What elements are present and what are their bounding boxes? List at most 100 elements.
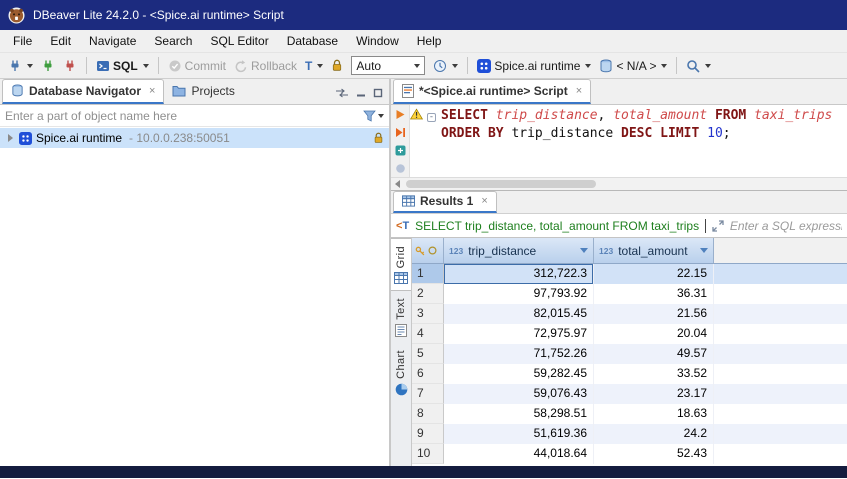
row-number[interactable]: 10 bbox=[412, 444, 444, 464]
grid-cell-trip-distance[interactable]: 72,975.97 bbox=[444, 324, 594, 344]
text-view-icon bbox=[395, 324, 407, 337]
sql-token: trip_distance bbox=[496, 108, 598, 123]
grid-cell-trip-distance[interactable]: 44,018.64 bbox=[444, 444, 594, 464]
view-tab-grid[interactable]: Grid bbox=[391, 238, 411, 291]
row-number[interactable]: 9 bbox=[412, 424, 444, 444]
menu-help[interactable]: Help bbox=[408, 31, 451, 51]
editor-extra-tool-icon[interactable] bbox=[395, 163, 406, 174]
grid-cell-trip-distance[interactable]: 51,619.36 bbox=[444, 424, 594, 444]
explain-plan-icon[interactable] bbox=[395, 145, 406, 156]
dropdown-arrow-icon bbox=[317, 64, 323, 68]
tab-sql-script[interactable]: *<Spice.ai runtime> Script × bbox=[393, 79, 591, 104]
minimize-icon[interactable] bbox=[356, 88, 366, 98]
expand-chevron-icon[interactable] bbox=[8, 134, 13, 142]
dropdown-arrow-icon bbox=[414, 64, 420, 68]
dropdown-arrow-icon bbox=[452, 64, 458, 68]
row-number[interactable]: 8 bbox=[412, 404, 444, 424]
fold-marker[interactable]: - bbox=[427, 107, 441, 125]
row-number[interactable]: 4 bbox=[412, 324, 444, 344]
connection-selector[interactable]: Spice.ai runtime bbox=[474, 57, 594, 75]
grid-cell-total-amount[interactable]: 52.43 bbox=[594, 444, 714, 464]
disconnect-button[interactable] bbox=[60, 57, 80, 75]
grid-rows: 1312,722.322.15 297,793.9236.31 382,015.45… bbox=[412, 264, 847, 464]
column-header-total-amount[interactable]: 123 total_amount bbox=[594, 238, 714, 263]
sql-line-1[interactable]: -SELECT trip_distance, total_amount FROM… bbox=[427, 107, 847, 125]
new-connection-button[interactable] bbox=[5, 57, 36, 75]
grid-cell-trip-distance[interactable]: 59,282.45 bbox=[444, 364, 594, 384]
expand-filter-icon[interactable] bbox=[712, 220, 724, 232]
results-filter-input[interactable]: Enter a SQL expression to... bbox=[730, 219, 842, 233]
grid-cell-total-amount[interactable]: 24.2 bbox=[594, 424, 714, 444]
close-icon[interactable]: × bbox=[149, 85, 155, 97]
row-number[interactable]: 7 bbox=[412, 384, 444, 404]
tree-item-spice-connection[interactable]: Spice.ai runtime - 10.0.0.238:50051 bbox=[0, 128, 389, 148]
tab-projects[interactable]: Projects bbox=[164, 79, 242, 104]
grid-cell-total-amount[interactable]: 20.04 bbox=[594, 324, 714, 344]
grid-cell-total-amount[interactable]: 33.52 bbox=[594, 364, 714, 384]
grid-cell-trip-distance[interactable]: 97,793.92 bbox=[444, 284, 594, 304]
close-icon[interactable]: × bbox=[576, 85, 582, 97]
transaction-icon: T bbox=[305, 59, 312, 73]
grid-cell-trip-distance[interactable]: 58,298.51 bbox=[444, 404, 594, 424]
menu-edit[interactable]: Edit bbox=[41, 31, 80, 51]
editor-horizontal-scrollbar[interactable] bbox=[391, 177, 847, 190]
menu-sql-editor[interactable]: SQL Editor bbox=[201, 31, 277, 51]
search-button[interactable] bbox=[683, 57, 714, 75]
grid-cell-total-amount[interactable]: 18.63 bbox=[594, 404, 714, 424]
row-number[interactable]: 2 bbox=[412, 284, 444, 304]
toolbar-separator bbox=[86, 57, 87, 74]
sort-indicator-icon[interactable] bbox=[700, 248, 708, 253]
sql-editor-button[interactable]: SQL bbox=[93, 57, 152, 75]
tab-database-navigator[interactable]: Database Navigator × bbox=[2, 79, 164, 104]
menu-file[interactable]: File bbox=[4, 31, 41, 51]
grid-cell-total-amount[interactable]: 23.17 bbox=[594, 384, 714, 404]
filter-funnel-icon[interactable] bbox=[363, 110, 384, 122]
grid-cell-total-amount[interactable]: 22.15 bbox=[594, 264, 714, 284]
menu-window[interactable]: Window bbox=[347, 31, 408, 51]
transaction-log-button[interactable] bbox=[430, 57, 461, 75]
grid-cell-total-amount[interactable]: 49.57 bbox=[594, 344, 714, 364]
sort-indicator-icon[interactable] bbox=[580, 248, 588, 253]
autocommit-combo[interactable]: Auto bbox=[351, 56, 425, 75]
menu-search[interactable]: Search bbox=[145, 31, 201, 51]
grid-cell-trip-distance[interactable]: 82,015.45 bbox=[444, 304, 594, 324]
row-number[interactable]: 3 bbox=[412, 304, 444, 324]
link-with-editor-icon[interactable] bbox=[335, 88, 349, 98]
autocommit-lock-icon[interactable] bbox=[328, 57, 346, 74]
row-number[interactable]: 1 bbox=[412, 264, 444, 284]
close-icon[interactable]: × bbox=[481, 195, 487, 207]
column-header-trip-distance[interactable]: 123 trip_distance bbox=[444, 238, 594, 263]
grid-cell-total-amount[interactable]: 36.31 bbox=[594, 284, 714, 304]
grid-cell-trip-distance[interactable]: 59,076.43 bbox=[444, 384, 594, 404]
tab-results-1[interactable]: Results 1 × bbox=[393, 191, 497, 213]
grid-cell-trip-distance[interactable]: 71,752.26 bbox=[444, 344, 594, 364]
rollback-button[interactable]: Rollback bbox=[231, 57, 300, 75]
scroll-left-icon[interactable] bbox=[395, 180, 400, 188]
maximize-icon[interactable] bbox=[373, 88, 383, 98]
object-filter-input[interactable] bbox=[5, 109, 363, 123]
lock-icon bbox=[373, 132, 384, 144]
warning-icon[interactable] bbox=[410, 108, 425, 120]
connect-button[interactable] bbox=[38, 57, 58, 75]
execute-statement-icon[interactable] bbox=[395, 109, 406, 120]
view-tab-text[interactable]: Text bbox=[391, 291, 411, 343]
grid-cell-total-amount[interactable]: 21.56 bbox=[594, 304, 714, 324]
view-tab-chart[interactable]: Chart bbox=[391, 343, 411, 402]
commit-button[interactable]: Commit bbox=[165, 57, 229, 75]
schema-selector[interactable]: < N/A > bbox=[596, 57, 670, 75]
row-number[interactable]: 6 bbox=[412, 364, 444, 384]
menu-database[interactable]: Database bbox=[278, 31, 347, 51]
grid-corner-cell[interactable] bbox=[412, 238, 444, 263]
sql-token: ; bbox=[723, 126, 731, 141]
transaction-mode-button[interactable]: T bbox=[302, 57, 326, 75]
sql-line-2[interactable]: ORDER BY trip_distance DESC LIMIT 10; bbox=[427, 125, 847, 143]
tab-label: Results 1 bbox=[420, 194, 473, 208]
column-name: total_amount bbox=[618, 244, 687, 258]
grid-cell-trip-distance[interactable]: 312,722.3 bbox=[444, 264, 594, 284]
execute-script-icon[interactable] bbox=[395, 127, 406, 138]
window-titlebar: DBeaver Lite 24.2.0 - <Spice.ai runtime>… bbox=[0, 0, 847, 30]
row-number[interactable]: 5 bbox=[412, 344, 444, 364]
scrollbar-thumb[interactable] bbox=[406, 180, 596, 188]
menu-navigate[interactable]: Navigate bbox=[80, 31, 145, 51]
grid-row-filler bbox=[714, 344, 847, 364]
